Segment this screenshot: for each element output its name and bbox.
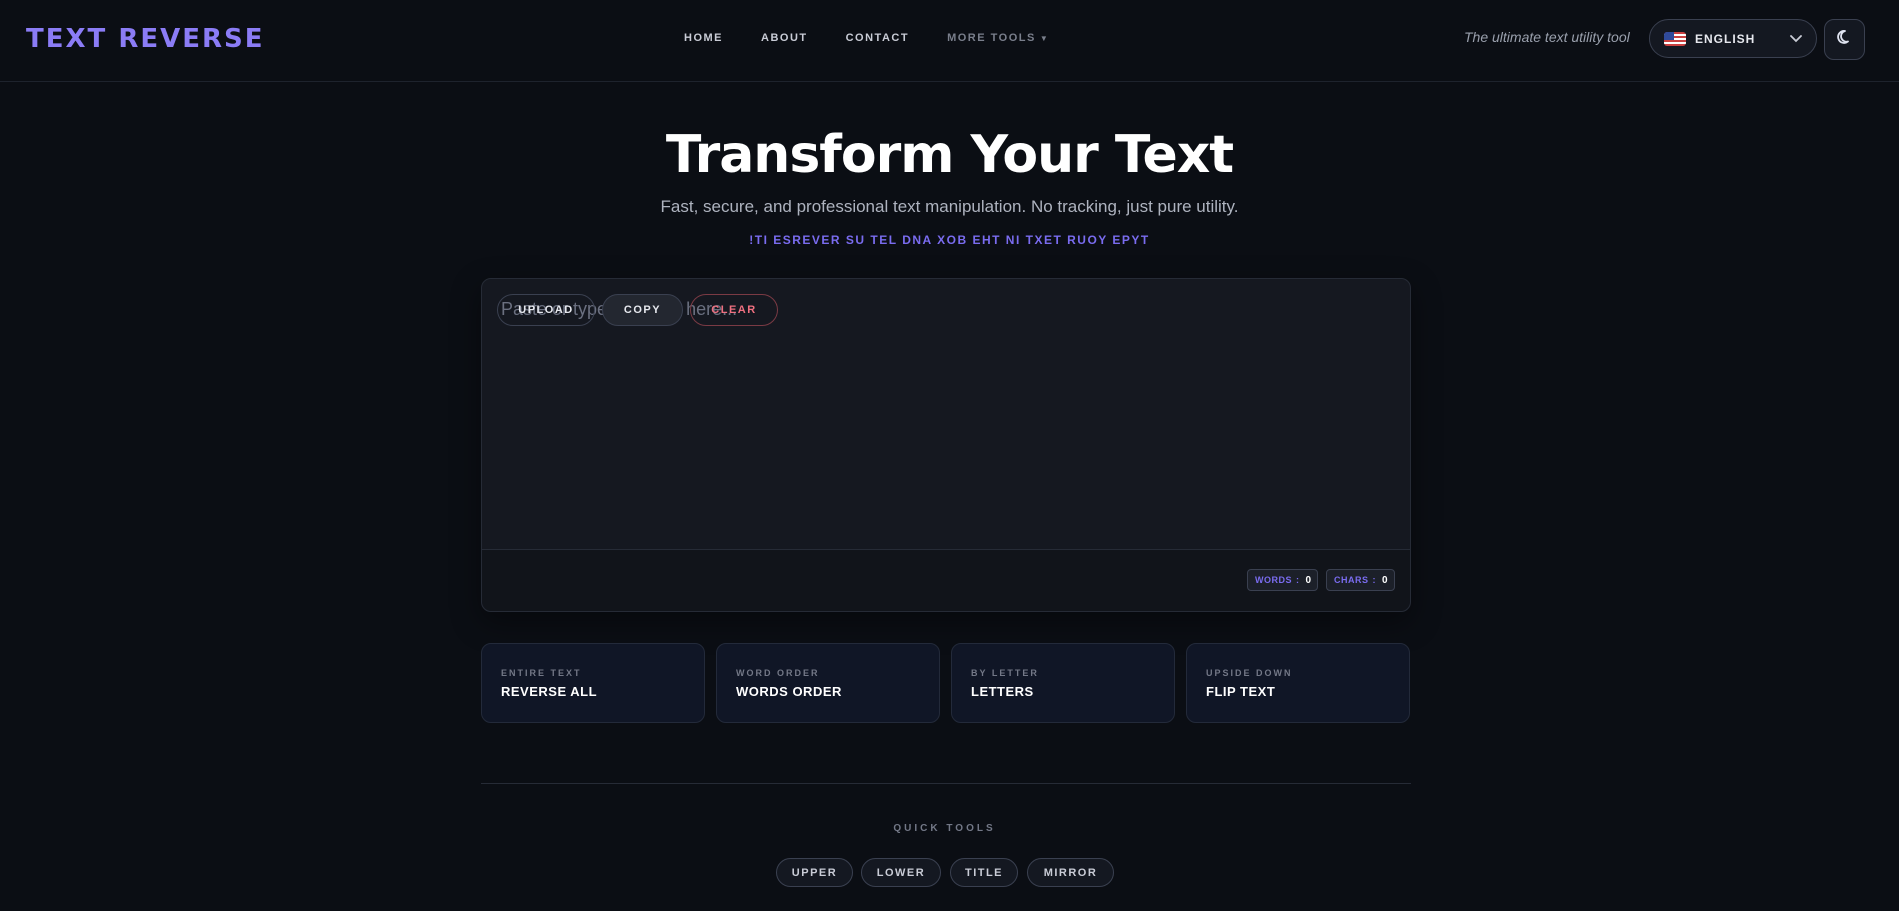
mode-card-subtitle: WORD ORDER (736, 668, 820, 678)
mode-card-letters[interactable]: BY LETTER LETTERS (951, 643, 1175, 723)
quick-tool-mirror[interactable]: MIRROR (1027, 858, 1114, 887)
language-label: ENGLISH (1695, 31, 1756, 46)
hero-subtitle: Fast, secure, and professional text mani… (660, 197, 1239, 216)
mode-card-flip-text[interactable]: UPSIDE DOWN FLIP TEXT (1186, 643, 1410, 723)
section-divider (481, 783, 1411, 784)
char-counter: CHARS : 0 (1326, 569, 1395, 591)
top-header: TEXT REVERSE HOME ABOUT CONTACT MORE TOO… (0, 0, 1899, 82)
nav-about[interactable]: ABOUT (761, 32, 808, 44)
nav-more-tools[interactable]: MORE TOOLS ▼ (947, 32, 1049, 44)
mode-card-title: WORDS ORDER (736, 684, 842, 699)
nav-contact[interactable]: CONTACT (846, 32, 909, 44)
word-counter-label: WORDS (1255, 575, 1292, 585)
moon-icon (1836, 29, 1853, 50)
chevron-down-icon (1790, 32, 1802, 46)
word-counter-value: 0 (1305, 574, 1312, 586)
theme-toggle-button[interactable] (1824, 19, 1865, 60)
word-counter-separator: : (1296, 575, 1300, 585)
reversed-tagline: !TI ESREVER SU TEL DNA XOB EHT NI TXET R… (749, 233, 1150, 247)
mode-card-title: LETTERS (971, 684, 1034, 699)
us-flag-icon (1664, 31, 1686, 46)
mode-card-subtitle: UPSIDE DOWN (1206, 668, 1293, 678)
word-counter: WORDS : 0 (1247, 569, 1318, 591)
header-tagline: The ultimate text utility tool (1464, 29, 1630, 45)
main-nav: HOME ABOUT CONTACT MORE TOOLS ▼ (684, 32, 1049, 44)
copy-button[interactable]: COPY (602, 294, 683, 326)
nav-home[interactable]: HOME (684, 32, 723, 44)
mode-card-subtitle: BY LETTER (971, 668, 1039, 678)
char-counter-label: CHARS (1334, 575, 1369, 585)
mode-card-words-order[interactable]: WORD ORDER WORDS ORDER (716, 643, 940, 723)
quick-tool-lower[interactable]: LOWER (861, 858, 941, 887)
mode-card-subtitle: ENTIRE TEXT (501, 668, 582, 678)
upload-button[interactable]: UPLOAD (497, 294, 595, 326)
site-logo[interactable]: TEXT REVERSE (26, 24, 265, 54)
page-title: Transform Your Text (665, 125, 1234, 185)
chevron-down-icon: ▼ (1039, 34, 1050, 43)
nav-more-tools-label: MORE TOOLS (947, 32, 1036, 44)
mode-card-reverse-all[interactable]: ENTIRE TEXT REVERSE ALL (481, 643, 705, 723)
quick-tool-upper[interactable]: UPPER (776, 858, 853, 887)
mode-card-title: REVERSE ALL (501, 684, 598, 699)
mode-card-title: FLIP TEXT (1206, 684, 1276, 699)
quick-tools-label: QUICK TOOLS (893, 823, 996, 834)
language-selector[interactable]: ENGLISH (1649, 19, 1817, 58)
char-counter-value: 0 (1382, 574, 1389, 586)
clear-button[interactable]: CLEAR (690, 294, 778, 326)
text-editor-panel (481, 278, 1411, 612)
char-counter-separator: : (1372, 575, 1377, 585)
quick-tool-title[interactable]: TITLE (950, 858, 1018, 887)
